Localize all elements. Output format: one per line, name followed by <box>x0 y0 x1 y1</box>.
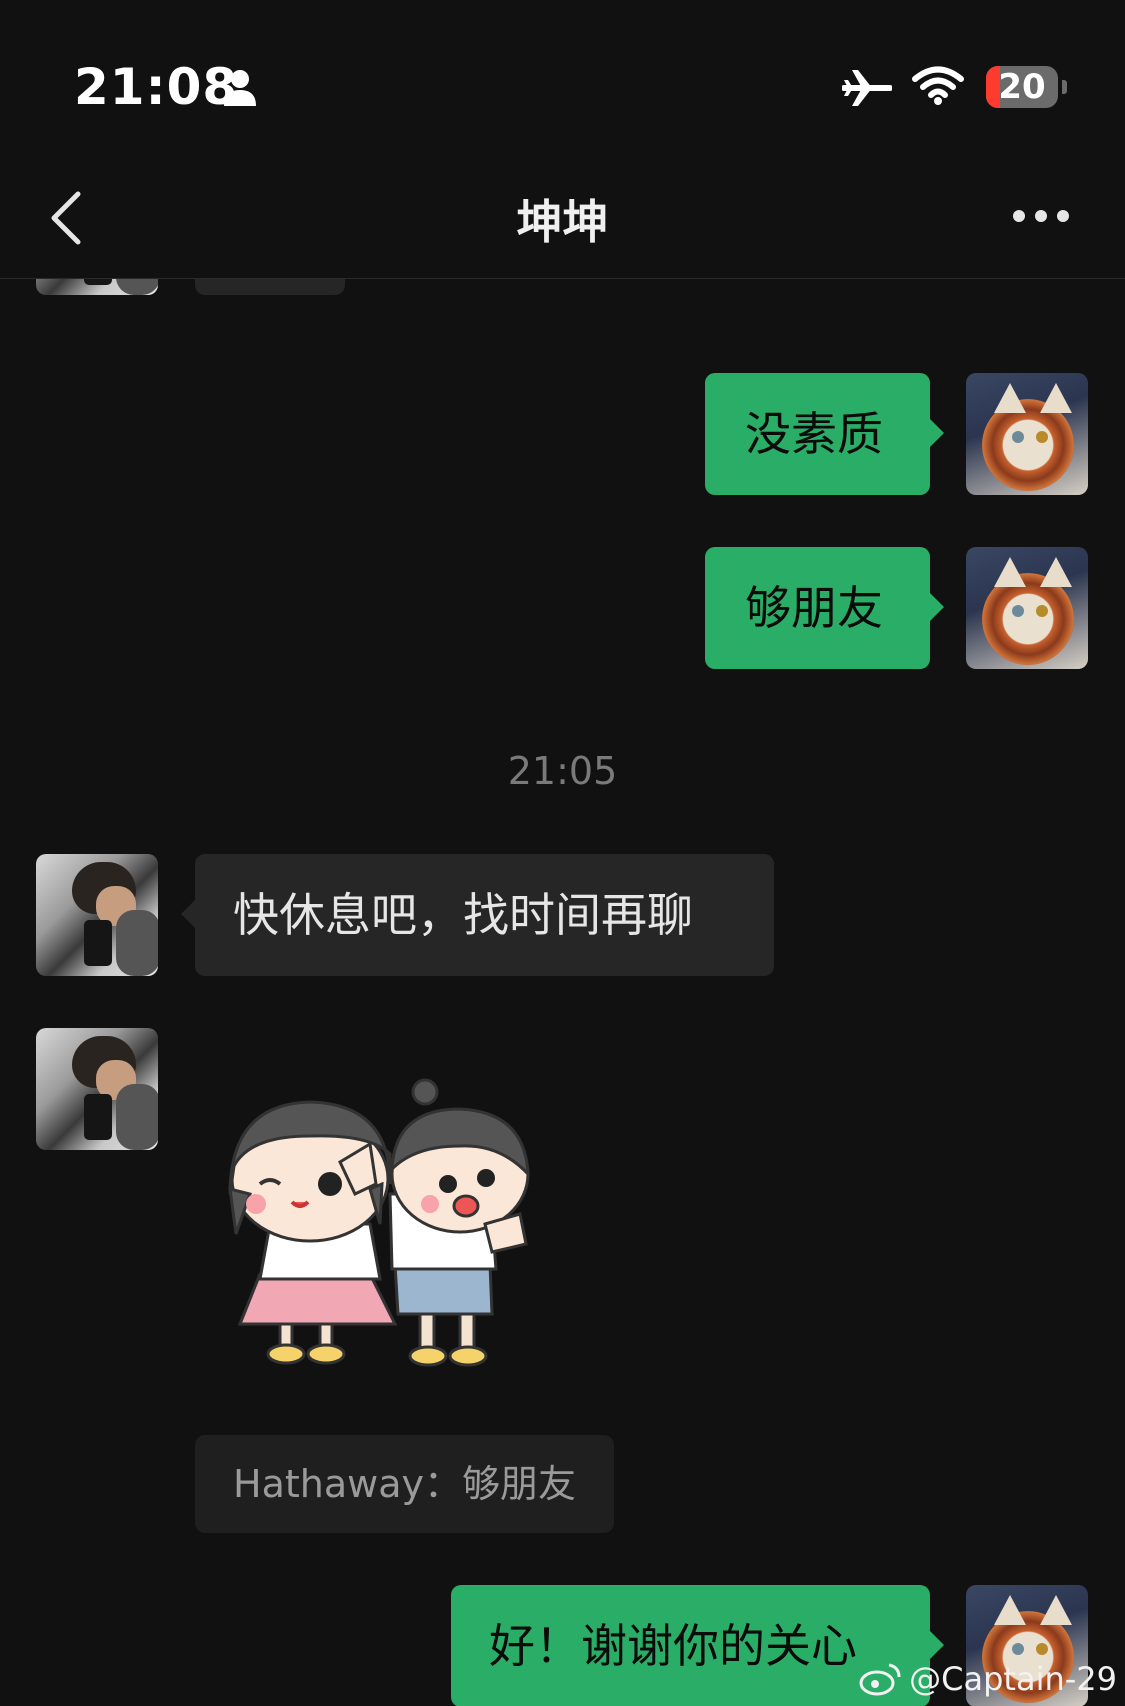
message-text: 快休息吧，找时间再聊 <box>233 888 693 942</box>
chat-title: 坤坤 <box>516 195 609 249</box>
more-dots-icon[interactable] <box>1012 204 1070 228</box>
quote-text: Hathaway：够朋友 <box>233 1462 576 1506</box>
watermark: @Captain-29 <box>859 1660 1117 1698</box>
contact-avatar[interactable] <box>36 854 158 976</box>
message-text: 好！谢谢你的关心 <box>489 1619 857 1673</box>
status-time: 21:08 <box>74 58 239 116</box>
watermark-text: @Captain-29 <box>909 1660 1117 1698</box>
wifi-icon <box>912 66 964 105</box>
user-avatar[interactable] <box>966 373 1088 495</box>
battery-level: 20 <box>998 67 1046 107</box>
message-timestamp: 21:05 <box>507 749 618 793</box>
status-bar: 21:08 20 <box>0 0 1125 160</box>
chat-header: 坤坤 <box>0 160 1125 279</box>
message-text: 够朋友 <box>745 581 883 635</box>
contact-avatar[interactable] <box>36 279 158 295</box>
battery-icon: 20 <box>986 66 1058 108</box>
airplane-mode-icon <box>842 70 892 106</box>
message-text: 没素质 <box>745 407 883 461</box>
message-bubble-outgoing[interactable]: 够朋友 <box>705 547 944 669</box>
weibo-icon <box>859 1663 901 1696</box>
message-bubble-incoming[interactable]: 快休息吧，找时间再聊 <box>181 854 774 976</box>
message-bubble-outgoing[interactable]: 没素质 <box>705 373 944 495</box>
message-bubble-outgoing[interactable]: 好！谢谢你的关心 <box>451 1585 944 1706</box>
person-icon <box>224 70 256 106</box>
chat-area[interactable]: 没素质 够朋友 21:05 快休息吧，找时间再聊 Hathaway：够朋友 好！… <box>0 279 1125 1706</box>
sticker-two-kids-icon[interactable] <box>220 1074 570 1384</box>
user-avatar[interactable] <box>966 547 1088 669</box>
message-bubble-incoming[interactable] <box>195 279 345 295</box>
battery-cap <box>1062 80 1067 94</box>
quoted-message[interactable]: Hathaway：够朋友 <box>195 1435 614 1533</box>
contact-avatar[interactable] <box>36 1028 158 1150</box>
